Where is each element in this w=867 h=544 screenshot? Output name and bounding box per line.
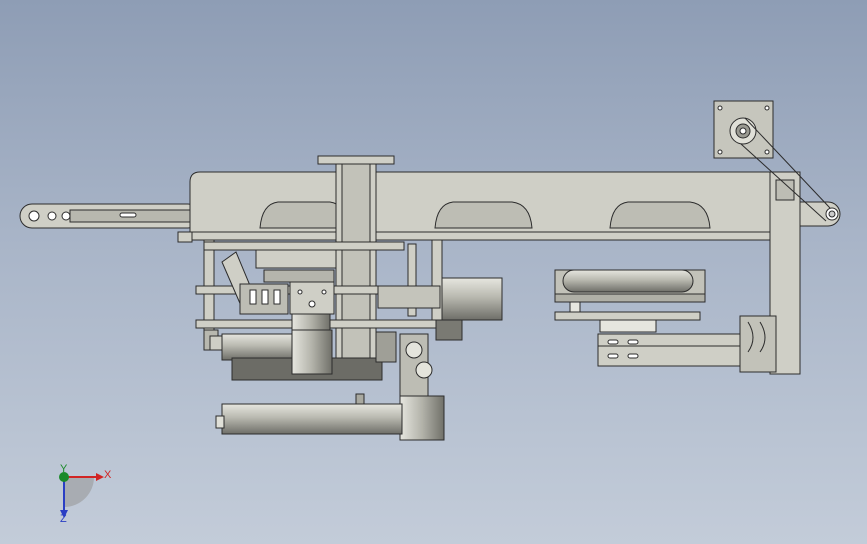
lower-cylinder: [215, 393, 403, 435]
drop-link: [399, 333, 445, 441]
drive-motor-plate: [713, 100, 774, 159]
machine-assembly-drawing[interactable]: [0, 0, 867, 544]
z-axis-label: Z: [60, 513, 67, 525]
axis-triad-graphic: [59, 472, 104, 518]
y-axis-label: Y: [60, 463, 68, 475]
main-beam: [177, 171, 791, 243]
orientation-triad[interactable]: X Y Z: [44, 462, 124, 532]
x-axis-label: X: [104, 469, 112, 481]
cad-viewport[interactable]: X Y Z: [0, 0, 867, 544]
roller-assembly: [554, 269, 706, 333]
left-extension-arm: [19, 203, 201, 229]
